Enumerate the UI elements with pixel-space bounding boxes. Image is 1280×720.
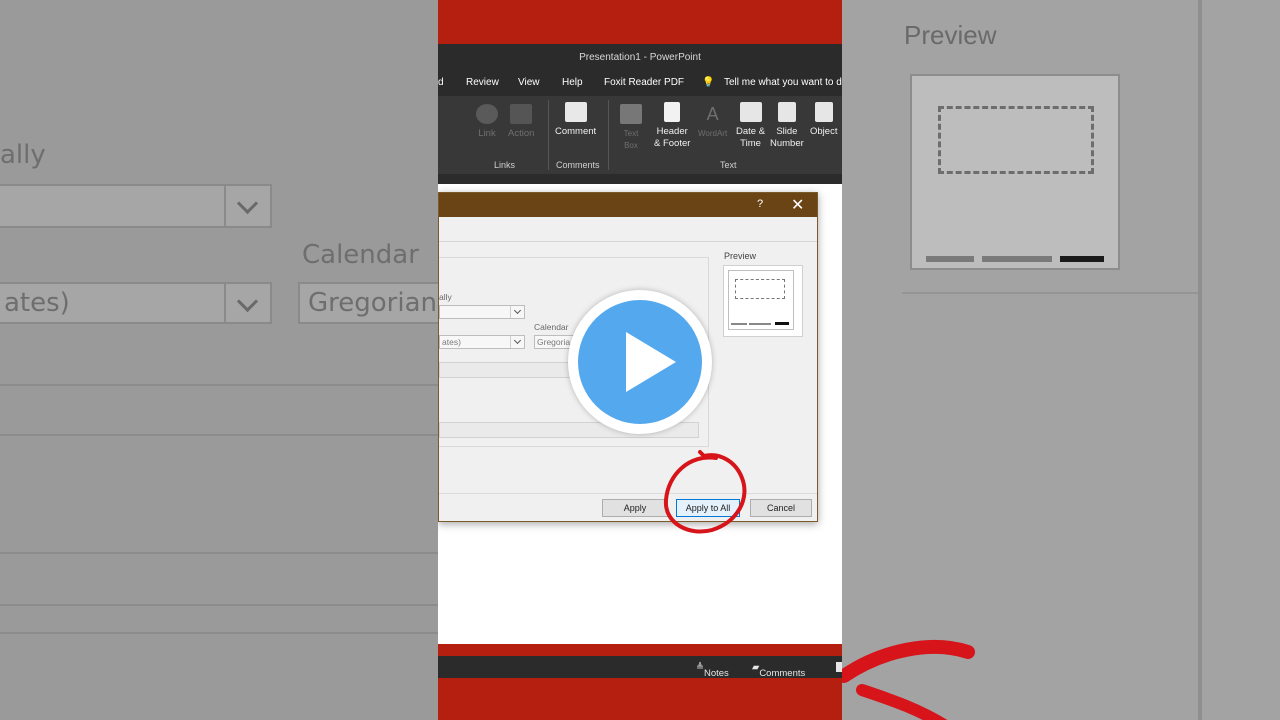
divider [0,384,438,386]
preview-pane [723,265,803,337]
dialog-titlebar: ? ✕ [439,193,817,217]
preview-footer-bar [926,256,974,262]
bg-combo-2: ates) [0,282,272,324]
group-text: Text [720,160,737,170]
group-comments: Comments [556,160,600,170]
help-icon[interactable]: ? [757,198,763,210]
divider [0,632,438,634]
notes-button[interactable]: ≜ Notes [696,662,729,679]
tab-view[interactable]: View [518,77,540,88]
button-divider [439,493,817,494]
bg-label-calendar: Calendar [302,240,419,270]
play-circle [578,300,702,424]
divider [1198,0,1202,720]
link-button[interactable]: Link [476,104,498,140]
wordart-button[interactable]: A WordArt [698,104,727,140]
text-box-icon [620,104,642,124]
window-titlebar: Presentation1 - PowerPoint [438,44,842,70]
bg-label-language: ally [0,140,46,170]
tab-truncated[interactable]: d [438,77,444,88]
preview-footer-bar [982,256,1052,262]
divider [0,552,438,554]
chevron-down-icon [224,284,270,324]
header-footer-button[interactable]: Header & Footer [654,102,690,150]
play-button[interactable] [568,290,712,434]
comment-icon [564,102,587,122]
tab-help[interactable]: Help [562,77,583,88]
bg-value-1: ates) [4,288,70,318]
bg-value-2: Gregorian [308,288,437,318]
preview-footer-bar [749,323,771,325]
preview-footer-bar [775,322,789,325]
comment-button[interactable]: Comment [555,102,596,138]
language-label: ally [439,292,452,302]
language-combo[interactable]: ates) [439,335,525,349]
lightbulb-icon: 💡 [702,77,715,88]
object-icon [814,102,833,122]
group-links: Links [494,160,516,170]
tab-foxit[interactable]: Foxit Reader PDF [604,77,684,88]
video-frame: ally Calendar ates) Gregorian Preview Pr… [0,0,1280,720]
ribbon-edge [438,174,842,184]
date-time-button[interactable]: Date & Time [736,102,765,150]
slide-number-button[interactable]: Slide Number [770,102,804,150]
top-red-band [438,0,842,44]
close-icon[interactable]: ✕ [791,195,804,215]
play-icon [626,332,676,392]
hash-icon [777,102,796,122]
calendar-icon [739,102,762,122]
chevron-down-icon [510,336,524,348]
apply-button[interactable]: Apply [602,499,668,517]
fixed-date-field[interactable] [439,362,579,378]
bg-combo-1 [0,184,272,228]
ribbon-insert: Link Action Links Comment Comments Text … [438,96,842,174]
wordart-icon: A [706,104,719,124]
window-title: Presentation1 - PowerPoint [579,51,701,63]
date-format-combo[interactable] [439,305,525,319]
dialog-tab-divider [439,241,817,242]
text-box-button[interactable]: Text Box [620,104,642,152]
bg-preview-label: Preview [904,20,997,50]
annotation-arc [842,640,975,720]
divider [0,604,438,606]
preview-footer-bar [1060,256,1104,262]
calendar-value: Gregoria [537,337,571,347]
divider [608,100,609,170]
ribbon-tabs: d Review View Help Foxit Reader PDF 💡 Te… [438,70,842,96]
preview-label: Preview [724,251,757,261]
view-icon[interactable] [836,662,842,672]
comments-button[interactable]: ▰ Comments [752,662,805,679]
action-button[interactable]: Action [508,104,534,140]
blurred-background-left: ally Calendar ates) Gregorian [0,0,438,720]
status-bar: ≜ Notes ▰ Comments [438,656,842,679]
object-button[interactable]: Object [810,102,837,138]
preview-footer-bar [731,323,747,325]
chevron-down-icon [224,186,270,226]
cancel-button[interactable]: Cancel [750,499,812,517]
calendar-label: Calendar [534,322,569,332]
preview-slide [728,270,794,330]
bg-preview-box [910,74,1120,270]
divider [548,100,549,170]
tell-me-search[interactable]: Tell me what you want to d [724,77,842,88]
globe-icon [476,104,498,124]
divider [0,434,438,436]
preview-placeholder [938,106,1094,174]
language-value: ates) [442,337,461,347]
page-icon [664,102,681,122]
preview-placeholder [735,279,785,299]
tab-review[interactable]: Review [466,77,499,88]
bottom-red-band [438,678,842,720]
bg-combo-3: Gregorian [298,282,438,324]
annotation-circle [663,450,747,534]
blurred-background-right: Preview [842,0,1280,720]
chevron-down-icon [510,306,524,318]
star-icon [510,104,533,124]
divider [902,292,1202,294]
